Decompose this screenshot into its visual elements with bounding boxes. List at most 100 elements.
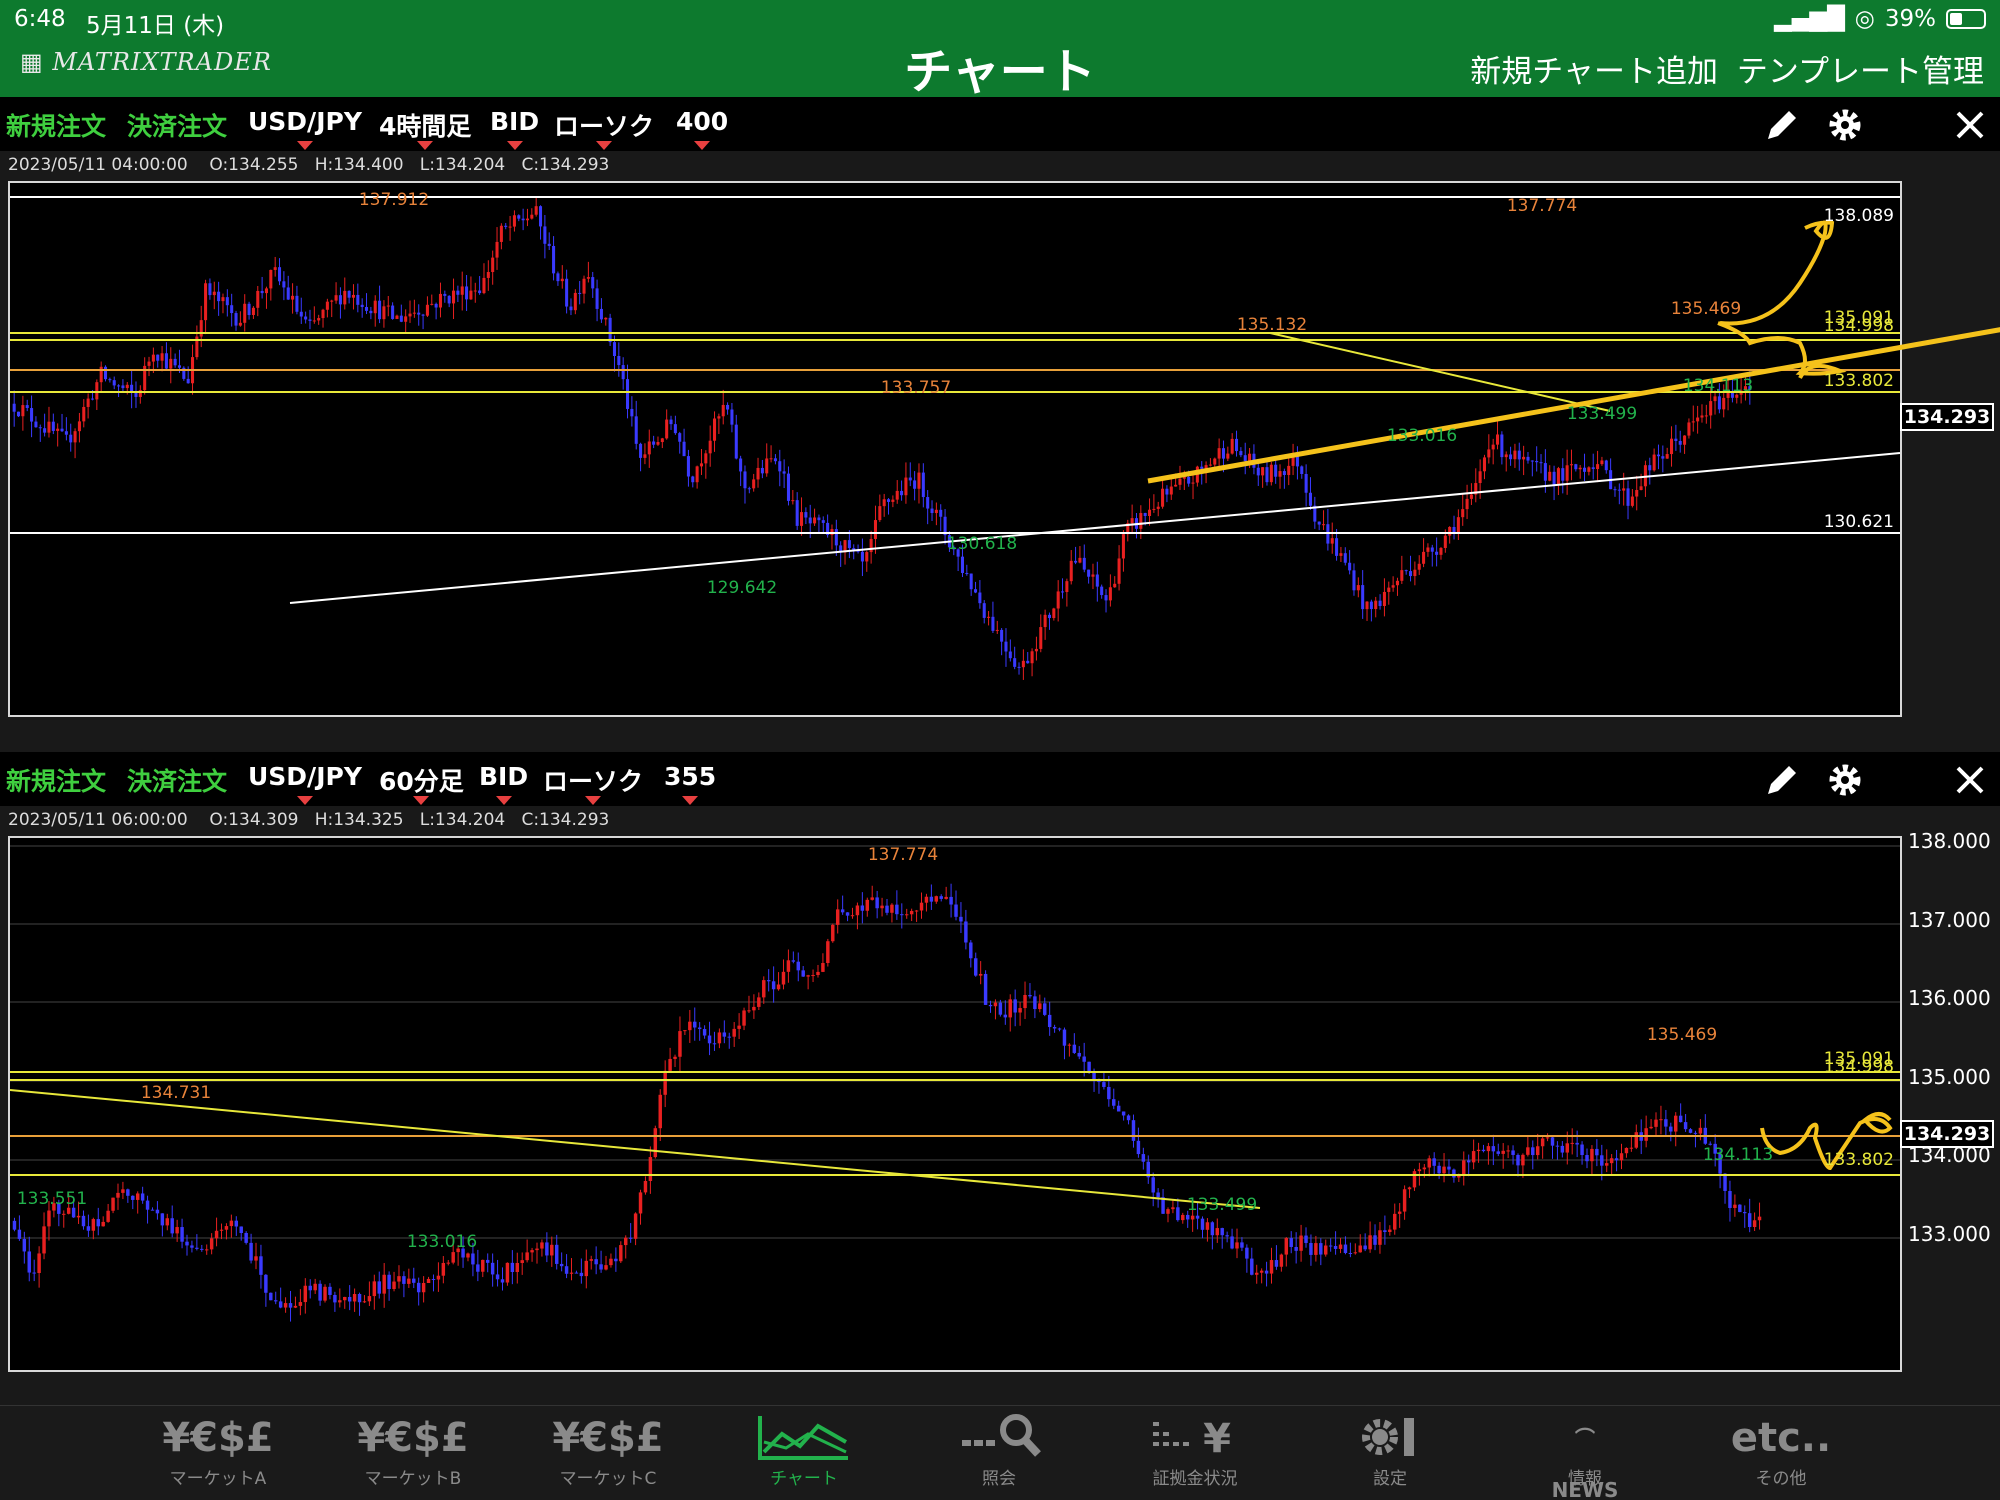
tab-settings[interactable]: 設定: [1320, 1412, 1460, 1498]
price-type-select[interactable]: BID: [479, 762, 528, 805]
candle-body: [1087, 569, 1091, 577]
template-manage-button[interactable]: テンプレート管理: [1737, 46, 1984, 91]
candle-body: [1152, 508, 1156, 510]
trend-line-yellow[interactable]: [9, 1089, 1261, 1209]
candle-body: [633, 1213, 638, 1239]
new-order-button[interactable]: 新規注文: [6, 762, 106, 798]
candle-body: [352, 1294, 357, 1302]
candle-body: [170, 1218, 174, 1234]
candle-body: [595, 288, 599, 309]
tab-chart[interactable]: チャート: [734, 1412, 874, 1498]
candle-body: [1104, 595, 1108, 601]
candle-body: [1139, 512, 1143, 529]
candle-body: [1239, 451, 1243, 456]
candle-body: [1230, 438, 1234, 454]
candle-body: [1678, 1115, 1683, 1123]
pencil-icon[interactable]: [1762, 105, 1802, 145]
candle-body: [269, 1292, 273, 1301]
timeframe-select[interactable]: 60分足: [379, 762, 464, 805]
candle-body: [995, 629, 999, 631]
price-type-select[interactable]: BID: [490, 107, 539, 150]
candle-body: [1190, 1215, 1195, 1220]
candle-body: [1430, 547, 1434, 552]
candle-body: [1287, 465, 1291, 475]
candle-body: [520, 1260, 524, 1263]
candle-body: [1486, 1146, 1491, 1152]
candle-body: [612, 342, 616, 357]
candle-body: [1043, 614, 1047, 628]
candle-body: [1178, 478, 1182, 485]
candle-body: [372, 1281, 377, 1297]
candle-body: [512, 215, 516, 227]
candle-body: [998, 1002, 1003, 1015]
candle-body: [421, 314, 425, 316]
candle-body: [604, 1265, 608, 1270]
candle-body: [639, 443, 643, 458]
tab-market-b[interactable]: ¥€$£ マーケットB: [343, 1412, 483, 1498]
close-order-button[interactable]: 決済注文: [127, 107, 227, 143]
candle-body: [1176, 1207, 1180, 1221]
candle-body: [1121, 534, 1125, 559]
gear-icon[interactable]: [1825, 105, 1865, 145]
tab-margin[interactable]: ¥ 証拠金状況: [1125, 1412, 1265, 1498]
candle-body: [1535, 1146, 1540, 1156]
tab-other[interactable]: etc.. その他: [1711, 1412, 1851, 1498]
candle-body: [1363, 1245, 1367, 1250]
tab-news[interactable]: ⌒ NEWS 情報: [1515, 1412, 1655, 1500]
add-chart-button[interactable]: 新規チャート追加: [1470, 46, 1718, 91]
candle-body: [964, 921, 968, 943]
candle-body: [51, 421, 55, 431]
candle-body: [1361, 585, 1365, 610]
pair-select[interactable]: USD/JPY: [248, 107, 362, 150]
candle-body: [1540, 1138, 1545, 1147]
candle-body: [32, 1272, 36, 1274]
bar-count-select[interactable]: 355: [664, 762, 716, 805]
pair-select[interactable]: USD/JPY: [248, 762, 362, 805]
candle-body: [1274, 1260, 1279, 1267]
candle-body: [1570, 1142, 1574, 1144]
pencil-icon[interactable]: [1762, 760, 1802, 800]
candle-body: [757, 997, 761, 1007]
candle-body: [460, 286, 464, 295]
new-order-button[interactable]: 新規注文: [6, 107, 106, 143]
candle-body: [106, 1210, 110, 1222]
timeframe-select[interactable]: 4時間足: [379, 107, 471, 150]
candle-body: [343, 1296, 347, 1301]
candle-body: [1678, 440, 1682, 445]
close-icon[interactable]: [1950, 105, 1990, 145]
bottom-tab-bar: ¥€$£ マーケットA ¥€$£ マーケットB ¥€$£ マーケットC チャート…: [0, 1405, 2000, 1500]
close-icon[interactable]: [1950, 760, 1990, 800]
candle-body: [535, 1248, 539, 1251]
tab-label: 設定: [1373, 1469, 1407, 1489]
candle-body: [71, 1207, 76, 1218]
candle-body: [1248, 453, 1252, 462]
candle-body: [486, 272, 490, 278]
trend-line-white[interactable]: [289, 452, 1901, 604]
candle-body: [578, 292, 582, 294]
candle-body: [56, 428, 60, 431]
chart-style-select[interactable]: ローソク: [554, 107, 654, 150]
candle-body: [530, 1250, 534, 1253]
candle-body: [599, 1264, 603, 1270]
annotation-mid: 135.469: [1671, 299, 1741, 319]
candle-body: [217, 291, 221, 302]
tab-market-c[interactable]: ¥€$£ マーケットC: [538, 1412, 678, 1498]
candle-body: [540, 1242, 544, 1249]
annotation-low: 134.113: [1703, 1145, 1773, 1165]
chart-style-select[interactable]: ローソク: [543, 762, 643, 805]
candlestick-plot[interactable]: 137.774 134.731 135.469 133.551 133.016 …: [8, 836, 1902, 1372]
candle-body: [800, 512, 804, 526]
gear-icon[interactable]: [1825, 760, 1865, 800]
bar-count-select[interactable]: 400: [676, 107, 728, 150]
candle-body: [1284, 1238, 1289, 1255]
candle-body: [476, 1264, 480, 1272]
tab-market-a[interactable]: ¥€$£ マーケットA: [148, 1412, 288, 1498]
candle-body: [1043, 1003, 1047, 1015]
candle-body: [1530, 460, 1534, 462]
candlestick-plot[interactable]: 137.912 137.774 135.132 133.757 135.469 …: [8, 181, 2000, 717]
trend-line-yellow[interactable]: [1269, 332, 1611, 412]
candle-body: [880, 905, 884, 909]
close-order-button[interactable]: 決済注文: [127, 762, 227, 798]
tab-inquiry[interactable]: 照会: [929, 1412, 1069, 1498]
candle-body: [1393, 1213, 1397, 1230]
